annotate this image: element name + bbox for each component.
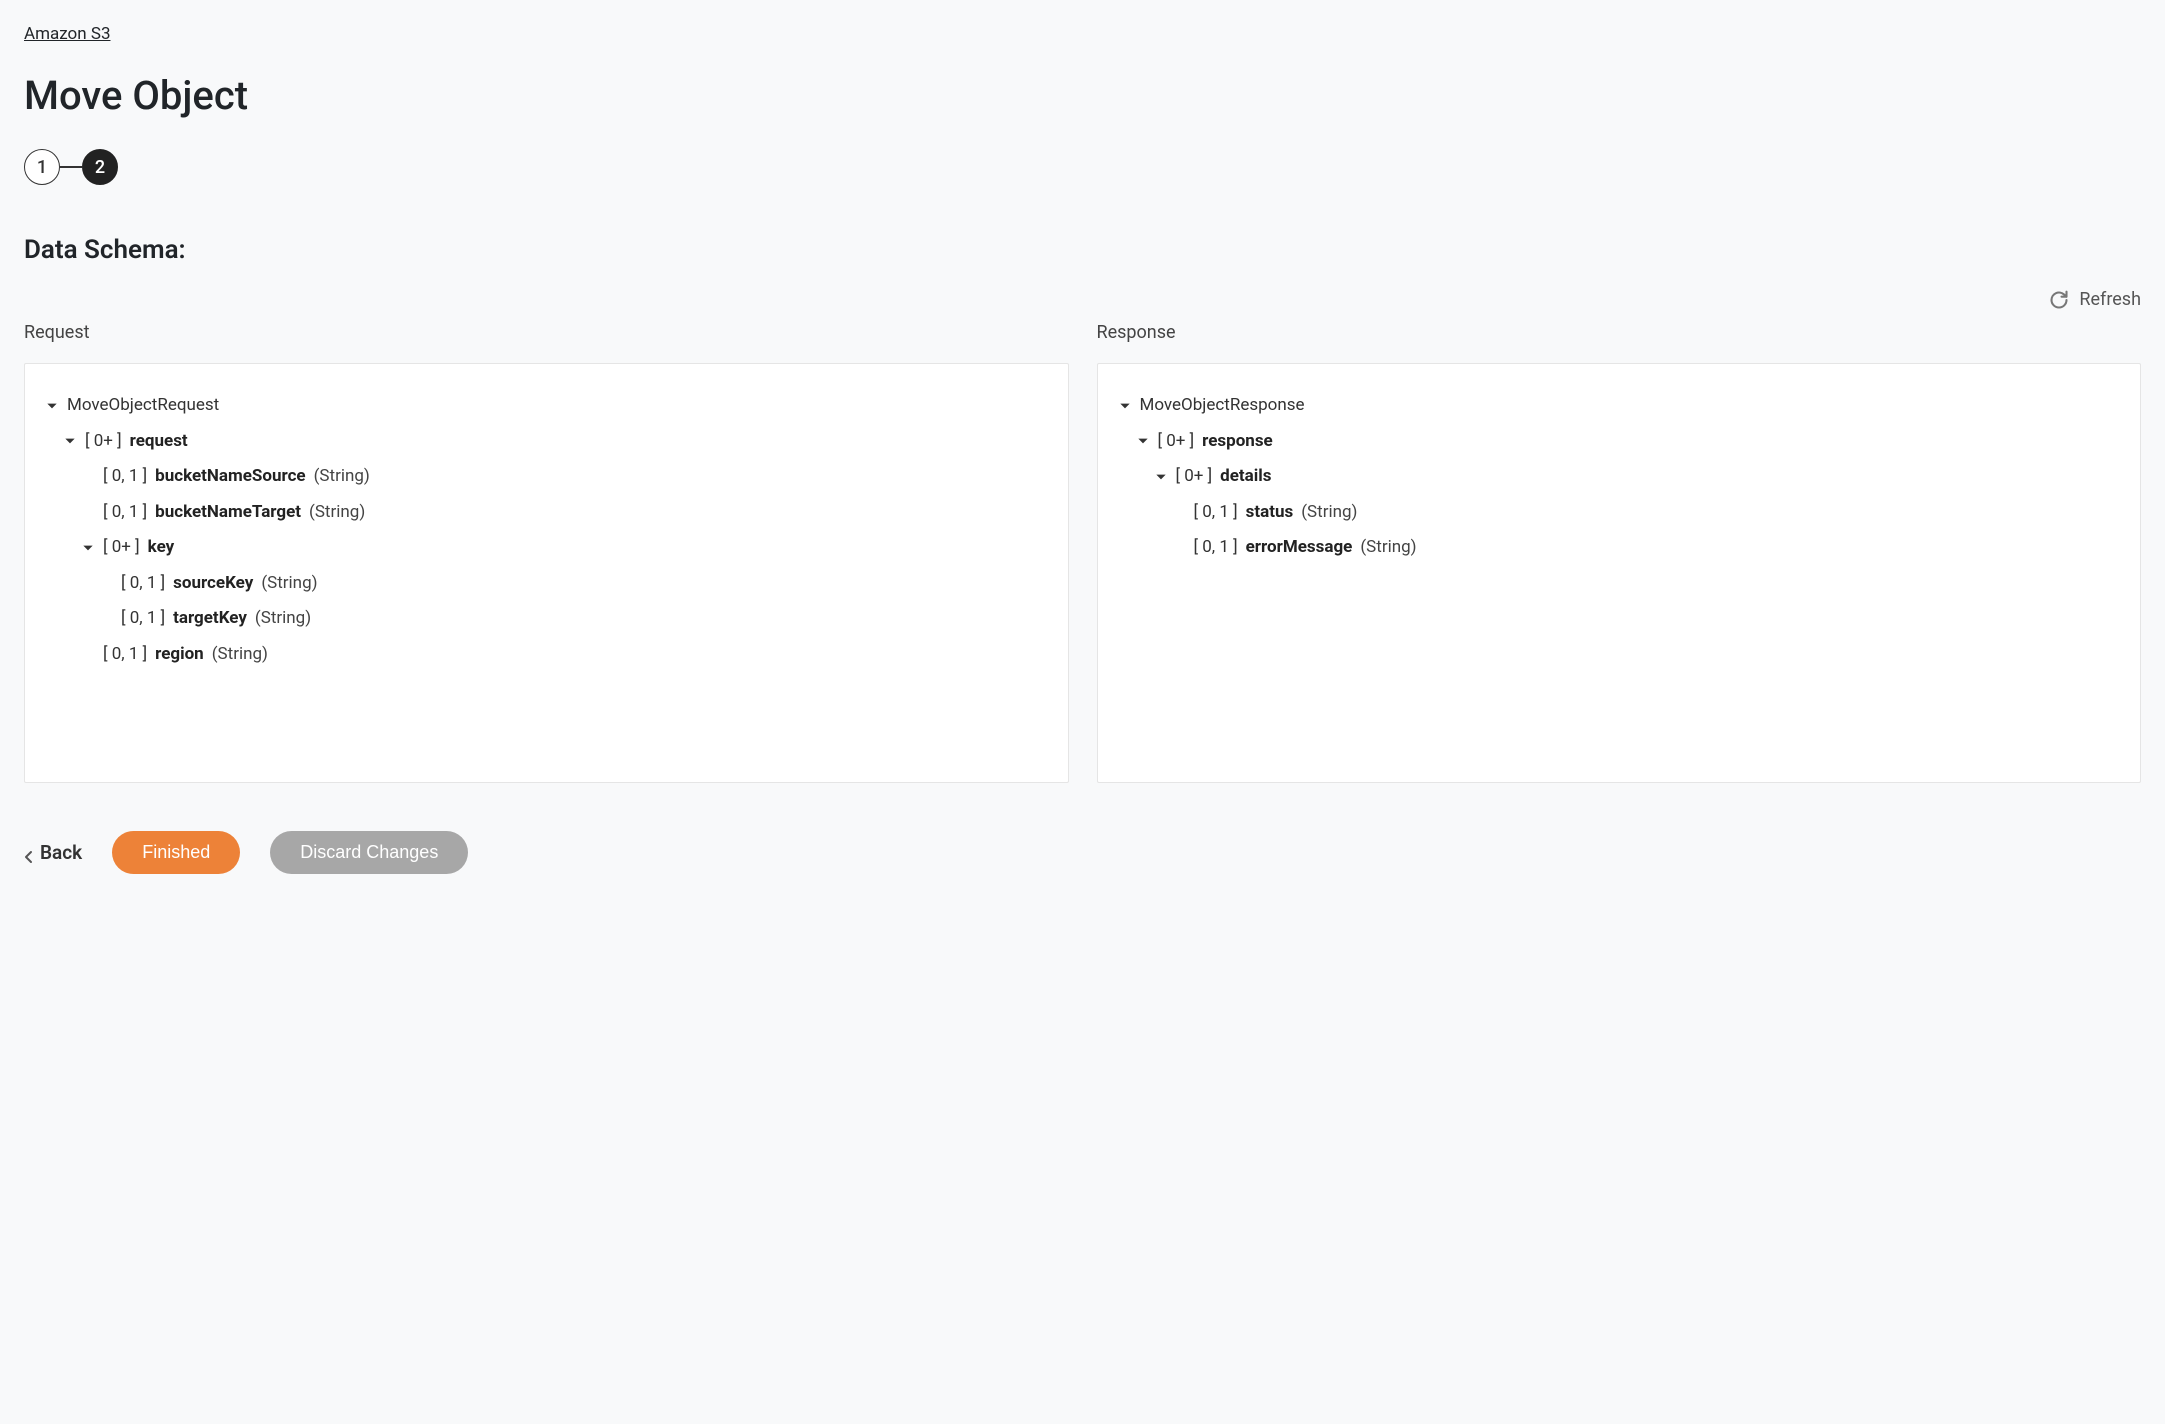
tree-node-errormessage[interactable]: [ 0, 1 ] errorMessage (String) [1118, 530, 2121, 566]
node-type: (String) [314, 464, 370, 490]
breadcrumb-link[interactable]: Amazon S3 [24, 24, 111, 44]
node-name: MoveObjectRequest [67, 393, 219, 419]
node-name: sourceKey [173, 571, 253, 597]
finished-button[interactable]: Finished [112, 831, 240, 874]
request-header: Request [24, 322, 1069, 343]
node-type: (String) [261, 571, 317, 597]
node-cardinality: [ 0, 1 ] [121, 571, 165, 597]
tree-node-bucketsource[interactable]: [ 0, 1 ] bucketNameSource (String) [45, 459, 1048, 495]
node-cardinality: [ 0, 1 ] [103, 500, 147, 526]
node-name: MoveObjectResponse [1140, 393, 1305, 419]
tree-node-sourcekey[interactable]: [ 0, 1 ] sourceKey (String) [45, 566, 1048, 602]
node-cardinality: [ 0, 1 ] [103, 642, 147, 668]
node-cardinality: [ 0+ ] [85, 429, 122, 455]
chevron-down-icon [1118, 399, 1132, 413]
discard-button[interactable]: Discard Changes [270, 831, 468, 874]
node-type: (String) [309, 500, 365, 526]
node-name: request [130, 429, 188, 455]
node-name: bucketNameSource [155, 464, 305, 490]
footer-actions: Back Finished Discard Changes [24, 831, 2141, 874]
tree-node-root-response[interactable]: MoveObjectResponse [1118, 388, 2121, 424]
request-column: Request MoveObjectRequest [ 0+ ] request… [24, 322, 1069, 783]
step-1[interactable]: 1 [24, 149, 60, 185]
node-name: bucketNameTarget [155, 500, 301, 526]
node-name: response [1202, 429, 1273, 455]
tree-node-region[interactable]: [ 0, 1 ] region (String) [45, 637, 1048, 673]
tree-node-status[interactable]: [ 0, 1 ] status (String) [1118, 495, 2121, 531]
tree-node-buckettarget[interactable]: [ 0, 1 ] bucketNameTarget (String) [45, 495, 1048, 531]
step-2[interactable]: 2 [82, 149, 118, 185]
node-cardinality: [ 0+ ] [103, 535, 140, 561]
node-type: (String) [255, 606, 311, 632]
refresh-icon [2049, 290, 2069, 310]
node-name: details [1220, 464, 1271, 490]
node-name: targetKey [173, 606, 247, 632]
refresh-label: Refresh [2079, 289, 2141, 310]
response-header: Response [1097, 322, 2142, 343]
tree-node-response[interactable]: [ 0+ ] response [1118, 424, 2121, 460]
node-name: key [148, 535, 175, 561]
section-title: Data Schema: [24, 235, 2141, 265]
node-cardinality: [ 0, 1 ] [1194, 535, 1238, 561]
tree-node-root-request[interactable]: MoveObjectRequest [45, 388, 1048, 424]
node-cardinality: [ 0, 1 ] [1194, 500, 1238, 526]
node-name: errorMessage [1246, 535, 1353, 561]
tree-node-request[interactable]: [ 0+ ] request [45, 424, 1048, 460]
chevron-down-icon [1154, 470, 1168, 484]
node-cardinality: [ 0, 1 ] [103, 464, 147, 490]
page-title: Move Object [24, 72, 2141, 119]
request-panel: MoveObjectRequest [ 0+ ] request [ 0, 1 … [24, 363, 1069, 783]
chevron-down-icon [45, 399, 59, 413]
node-name: region [155, 642, 204, 668]
node-cardinality: [ 0, 1 ] [121, 606, 165, 632]
node-cardinality: [ 0+ ] [1176, 464, 1213, 490]
step-connector [60, 166, 82, 168]
tree-node-key[interactable]: [ 0+ ] key [45, 530, 1048, 566]
chevron-down-icon [1136, 434, 1150, 448]
node-name: status [1246, 500, 1294, 526]
stepper: 1 2 [24, 149, 2141, 185]
refresh-button[interactable]: Refresh [2049, 289, 2141, 310]
response-panel: MoveObjectResponse [ 0+ ] response [ 0+ … [1097, 363, 2142, 783]
back-label: Back [40, 841, 82, 864]
tree-node-details[interactable]: [ 0+ ] details [1118, 459, 2121, 495]
chevron-down-icon [81, 541, 95, 555]
chevron-down-icon [63, 434, 77, 448]
node-type: (String) [1301, 500, 1357, 526]
node-type: (String) [212, 642, 268, 668]
chevron-left-icon [24, 846, 34, 860]
back-button[interactable]: Back [24, 841, 82, 864]
response-column: Response MoveObjectResponse [ 0+ ] respo… [1097, 322, 2142, 783]
tree-node-targetkey[interactable]: [ 0, 1 ] targetKey (String) [45, 601, 1048, 637]
node-cardinality: [ 0+ ] [1158, 429, 1195, 455]
node-type: (String) [1360, 535, 1416, 561]
